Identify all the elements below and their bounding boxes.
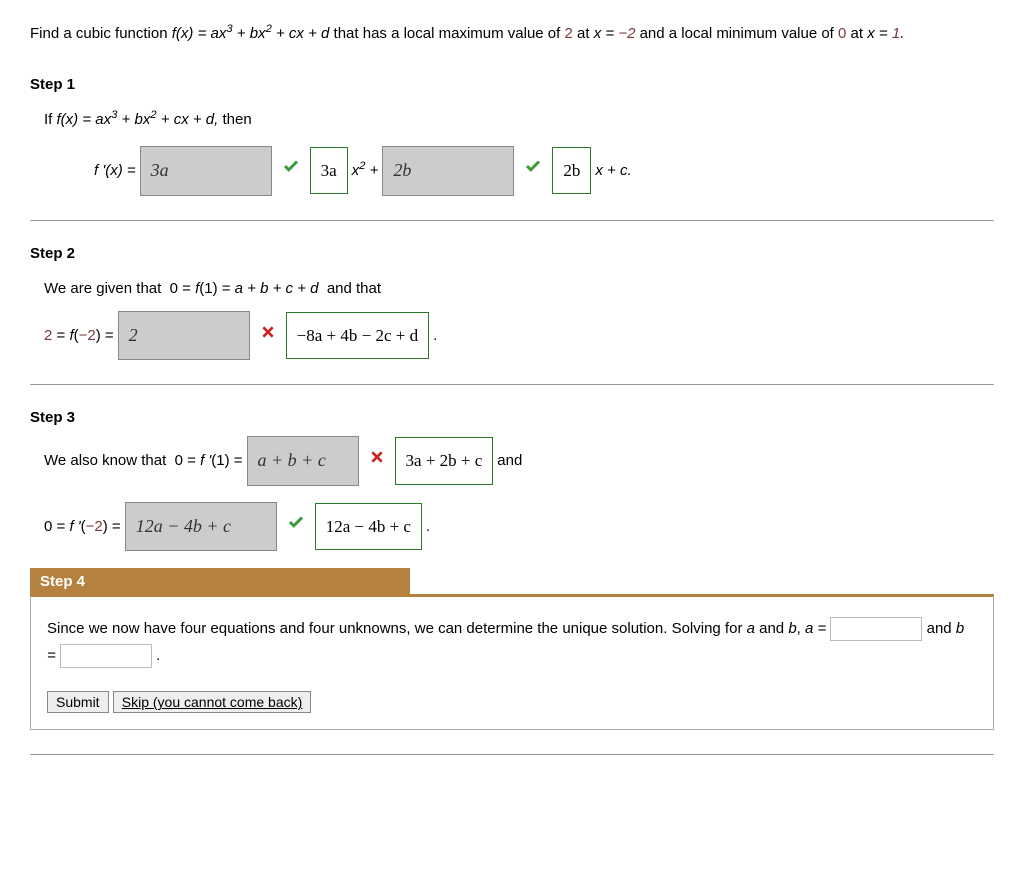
step2-label: Step 2 — [30, 245, 994, 262]
cross-icon — [369, 444, 385, 477]
text: We also know that 0 = f '(1) = — [44, 444, 243, 477]
value-0: 0 — [838, 25, 846, 42]
text: at — [851, 25, 868, 42]
b: b — [788, 620, 796, 637]
check-icon — [282, 154, 300, 187]
text: at — [577, 25, 594, 42]
check-icon — [524, 154, 542, 187]
step3-body: We also know that 0 = f '(1) = a + b + c… — [44, 436, 994, 551]
answer-box-3a[interactable]: 3a — [140, 146, 272, 196]
text: then — [222, 111, 251, 128]
value-2: 2 — [565, 25, 573, 42]
text: Since we now have four equations and fou… — [47, 620, 747, 637]
cross-icon — [260, 319, 276, 352]
xc-text: x + c. — [595, 154, 631, 187]
correct-2b: 2b — [552, 147, 591, 194]
text: and — [927, 620, 956, 637]
correct-f-neg2: −8a + 4b − 2c + d — [286, 312, 429, 359]
input-b[interactable] — [60, 644, 152, 668]
x2-text: x2 + — [352, 154, 379, 187]
step3-label: Step 3 — [30, 409, 994, 426]
step1-body: If f(x) = ax3 + bx2 + cx + d, then f '(x… — [44, 103, 994, 196]
problem-statement: Find a cubic function f(x) = ax3 + bx2 +… — [30, 20, 994, 46]
submit-button[interactable]: Submit — [47, 691, 109, 713]
dot: . — [426, 510, 430, 543]
x-eq: x = 1. — [867, 25, 904, 42]
a: a — [747, 620, 755, 637]
eq-pre: 2 = f(−2) = — [44, 319, 114, 352]
divider — [30, 754, 994, 755]
step2-line1: We are given that 0 = f(1) = a + b + c +… — [44, 272, 994, 305]
answer-box-fprime1[interactable]: a + b + c — [247, 436, 359, 486]
step2-body: We are given that 0 = f(1) = a + b + c +… — [44, 272, 994, 361]
dot: . — [433, 319, 437, 352]
answer-box-f-neg2[interactable]: 2 — [118, 311, 250, 361]
a-eq: a = — [805, 620, 830, 637]
correct-fprime-neg2: 12a − 4b + c — [315, 503, 422, 550]
text: that has a local maximum value of — [334, 25, 565, 42]
dot: . — [156, 647, 160, 664]
skip-button[interactable]: Skip (you cannot come back) — [113, 691, 312, 713]
text: , — [797, 620, 805, 637]
input-a[interactable] — [830, 617, 922, 641]
fx: f(x) = ax3 + bx2 + cx + d, — [57, 111, 219, 128]
correct-fprime1: 3a + 2b + c — [395, 437, 494, 484]
step4-text: Since we now have four equations and fou… — [47, 615, 977, 669]
step4-box: Since we now have four equations and fou… — [30, 594, 994, 730]
text: and — [755, 620, 788, 637]
fx-expr: f(x) = ax3 + bx2 + cx + d — [172, 25, 330, 42]
x-eq: x = −2 — [594, 25, 636, 42]
correct-3a: 3a — [310, 147, 348, 194]
text: 0 = f '(−2) = — [44, 510, 121, 543]
answer-box-fprime-neg2[interactable]: 12a − 4b + c — [125, 502, 277, 552]
check-icon — [287, 510, 305, 543]
text: Find a cubic function — [30, 25, 172, 42]
divider — [30, 384, 994, 385]
divider — [30, 220, 994, 221]
fprime: f '(x) = — [94, 154, 136, 187]
answer-box-2b[interactable]: 2b — [382, 146, 514, 196]
text: If — [44, 111, 57, 128]
and: and — [497, 444, 522, 477]
text: and a local minimum value of — [640, 25, 838, 42]
step1-label: Step 1 — [30, 76, 994, 93]
step4-header: Step 4 — [30, 568, 410, 595]
